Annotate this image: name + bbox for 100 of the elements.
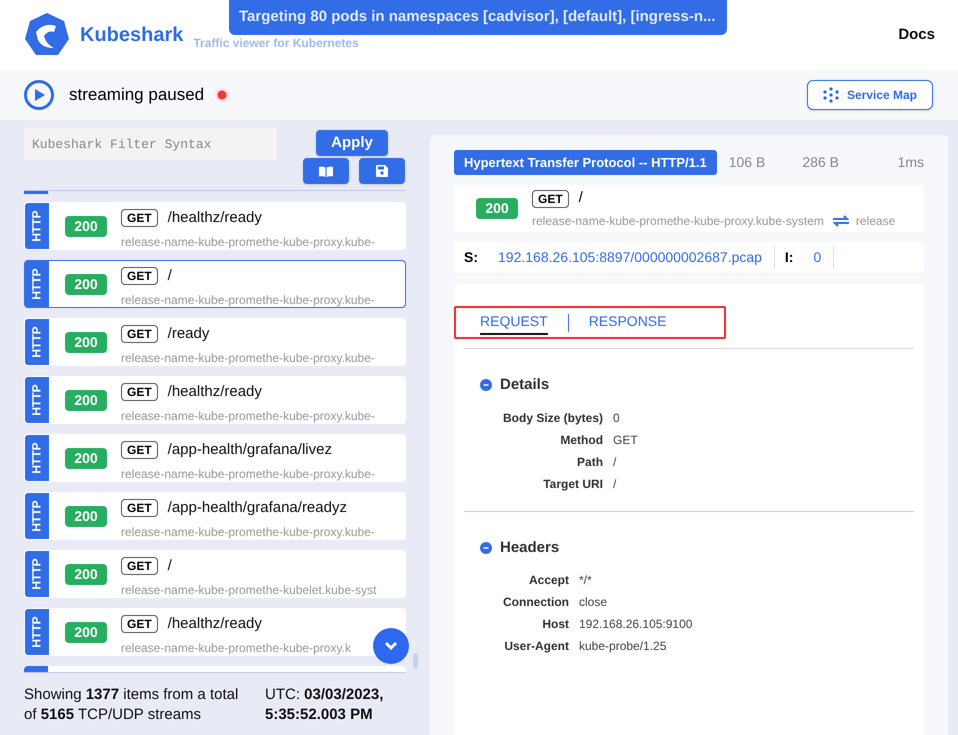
- status-code: 200: [65, 622, 107, 643]
- method-tag: GET: [121, 325, 158, 344]
- protocol-tag: HTTP: [25, 493, 49, 539]
- method-tag: GET: [121, 557, 158, 576]
- field-key: Accept: [503, 571, 569, 589]
- source-host: release-name-kube-promethe-kube-proxy.kube-: [121, 292, 375, 307]
- filter-field[interactable]: Kubeshark Filter Syntax: [24, 128, 277, 160]
- status-code: 200: [65, 390, 107, 411]
- method-tag: GET: [121, 209, 158, 228]
- request-path: /healthz/ready: [168, 382, 262, 402]
- status-code: 200: [65, 506, 107, 527]
- status-code: 200: [65, 332, 107, 353]
- destination-host: release: [856, 212, 896, 230]
- field-value: 0: [613, 410, 621, 426]
- status-code: 200: [65, 274, 107, 295]
- field-value: close: [579, 594, 608, 611]
- source-host: release-name-kube-promethe-kube-proxy.kube-: [121, 524, 375, 539]
- play-icon[interactable]: [24, 80, 54, 110]
- book-icon: [319, 166, 333, 176]
- field-key: Path: [503, 452, 604, 470]
- field-value: /: [613, 476, 618, 492]
- chevron-down-icon: [384, 641, 398, 651]
- entry-card[interactable]: HTTP 200 GET /healthz/ready release-name-kube-promethe-kube-proxy.k: [24, 608, 406, 656]
- request-path: /ready: [168, 324, 210, 344]
- method-tag: GET: [532, 190, 569, 208]
- request-path: /: [168, 266, 172, 286]
- items-summary: Showing 1377 items from a total of 5165 TCP/UDP streams: [24, 685, 240, 725]
- entry-card[interactable]: HTTP 200 GET /healthz/ready release-name-kube-promethe-kube-proxy.kube-: [24, 376, 406, 424]
- field-value: GET: [613, 432, 639, 448]
- source-host: release-name-kube-promethe-kubelet.kube-syst: [121, 582, 376, 597]
- source-label: S:: [464, 248, 478, 267]
- protocol-badge: Hypertext Transfer Protocol -- HTTP/1.1: [454, 150, 717, 175]
- scrollbar-thumb[interactable]: [413, 653, 418, 669]
- method-tag: GET: [121, 499, 158, 518]
- apply-button[interactable]: Apply: [316, 130, 388, 156]
- save-button[interactable]: [359, 158, 405, 184]
- service-map-button[interactable]: Service Map: [807, 80, 933, 110]
- method-tag: GET: [121, 383, 158, 402]
- field-key: Connection: [503, 593, 569, 611]
- request-path: /healthz/ready: [168, 208, 262, 228]
- field-key: Host: [503, 615, 569, 633]
- entry-card[interactable]: HTTP 200 GET / release-name-kube-promethe-kube-proxy.kube-: [24, 260, 406, 308]
- streaming-status: streaming paused: [69, 84, 204, 106]
- utc-time: UTC: 03/03/2023, 5:35:52.003 PM: [265, 685, 384, 725]
- status-code: 200: [476, 198, 518, 219]
- protocol-tag: HTTP: [25, 435, 49, 481]
- network-icon: [822, 87, 839, 103]
- field-key: Body Size (bytes): [503, 408, 604, 426]
- field-key: Method: [503, 430, 604, 448]
- section-title: Headers: [500, 538, 560, 558]
- protocol-tag: HTTP: [25, 203, 49, 249]
- entry-card[interactable]: HTTP 200 GET /healthz/ready release-name-kube-promethe-kube-proxy.kube-: [24, 202, 406, 250]
- entry-card[interactable]: HTTP 200 GET / release-name-kube-promethe-kubelet.kube-syst: [24, 550, 406, 598]
- entry-card[interactable]: HTTP 200 GET /app-health/grafana/livez release-name-kube-promethe-kube-proxy.kube-: [24, 434, 406, 482]
- field-key: User-Agent: [503, 637, 569, 655]
- request-path: /healthz/ready: [168, 614, 262, 634]
- method-tag: GET: [121, 267, 158, 286]
- method-tag: GET: [121, 615, 158, 634]
- protocol-tag: HTTP: [25, 551, 49, 597]
- protocol-tag: HTTP: [25, 319, 49, 365]
- tagline: Traffic viewer for Kubernetes: [193, 35, 359, 52]
- method-tag: GET: [121, 441, 158, 460]
- collapse-icon[interactable]: [480, 542, 492, 554]
- status-code: 200: [65, 216, 107, 237]
- scroll-down-button[interactable]: [373, 628, 409, 664]
- request-path: /app-health/grafana/readyz: [168, 498, 347, 518]
- request-path: /: [578, 188, 583, 208]
- collapse-icon[interactable]: [480, 379, 492, 392]
- detail-tab[interactable]: RESPONSE: [588, 310, 666, 334]
- source-host: release-name-kube-promethe-kube-proxy.kube-: [121, 234, 375, 249]
- detail-tab[interactable]: REQUEST: [480, 310, 548, 334]
- pcap-link[interactable]: 192.168.26.105:8897/000000002687.pcap: [498, 247, 762, 268]
- field-value: kube-probe/1.25: [579, 638, 668, 655]
- protocol-tag: HTTP: [25, 609, 49, 655]
- index-label: I:: [784, 248, 794, 267]
- brand-name: Kubeshark: [80, 23, 184, 48]
- status-code: 200: [65, 564, 107, 585]
- field-value: */*: [579, 572, 593, 589]
- field-value: /: [613, 454, 618, 470]
- response-size: 286 B: [802, 153, 839, 172]
- status-code: 200: [65, 448, 107, 469]
- entry-card[interactable]: HTTP 200 GET /ready release-name-kube-promethe-kube-proxy.kube-: [24, 318, 406, 366]
- source-host: release-name-kube-promethe-kube-proxy.kube-: [121, 408, 375, 423]
- elapsed-time: 1ms: [898, 153, 924, 172]
- field-key: Target URI: [503, 474, 604, 492]
- request-path: /: [168, 556, 172, 576]
- source-host: release-name-kube-promethe-kube-proxy.k: [121, 640, 351, 655]
- protocol-tag: HTTP: [25, 377, 49, 423]
- source-host: release-name-kube-promethe-kube-proxy.kube-system: [532, 212, 824, 230]
- index-value: 0: [813, 248, 822, 267]
- save-icon: [376, 165, 388, 177]
- field-value: 192.168.26.105:9100: [579, 616, 694, 633]
- source-host: release-name-kube-promethe-kube-proxy.kube-: [121, 466, 375, 481]
- docs-link[interactable]: Docs: [898, 24, 935, 46]
- entry-card[interactable]: HTTP 200 GET /app-health/grafana/readyz release-name-kube-promethe-kube-proxy.kube-: [24, 492, 406, 540]
- section-title: Details: [500, 375, 550, 395]
- docs-button[interactable]: [303, 158, 349, 184]
- protocol-tag: HTTP: [25, 261, 49, 307]
- shark-logo-icon: [24, 12, 70, 58]
- toast: Targeting 80 pods in namespaces [cadvisor], [default], [ingress-n...: [229, 0, 727, 35]
